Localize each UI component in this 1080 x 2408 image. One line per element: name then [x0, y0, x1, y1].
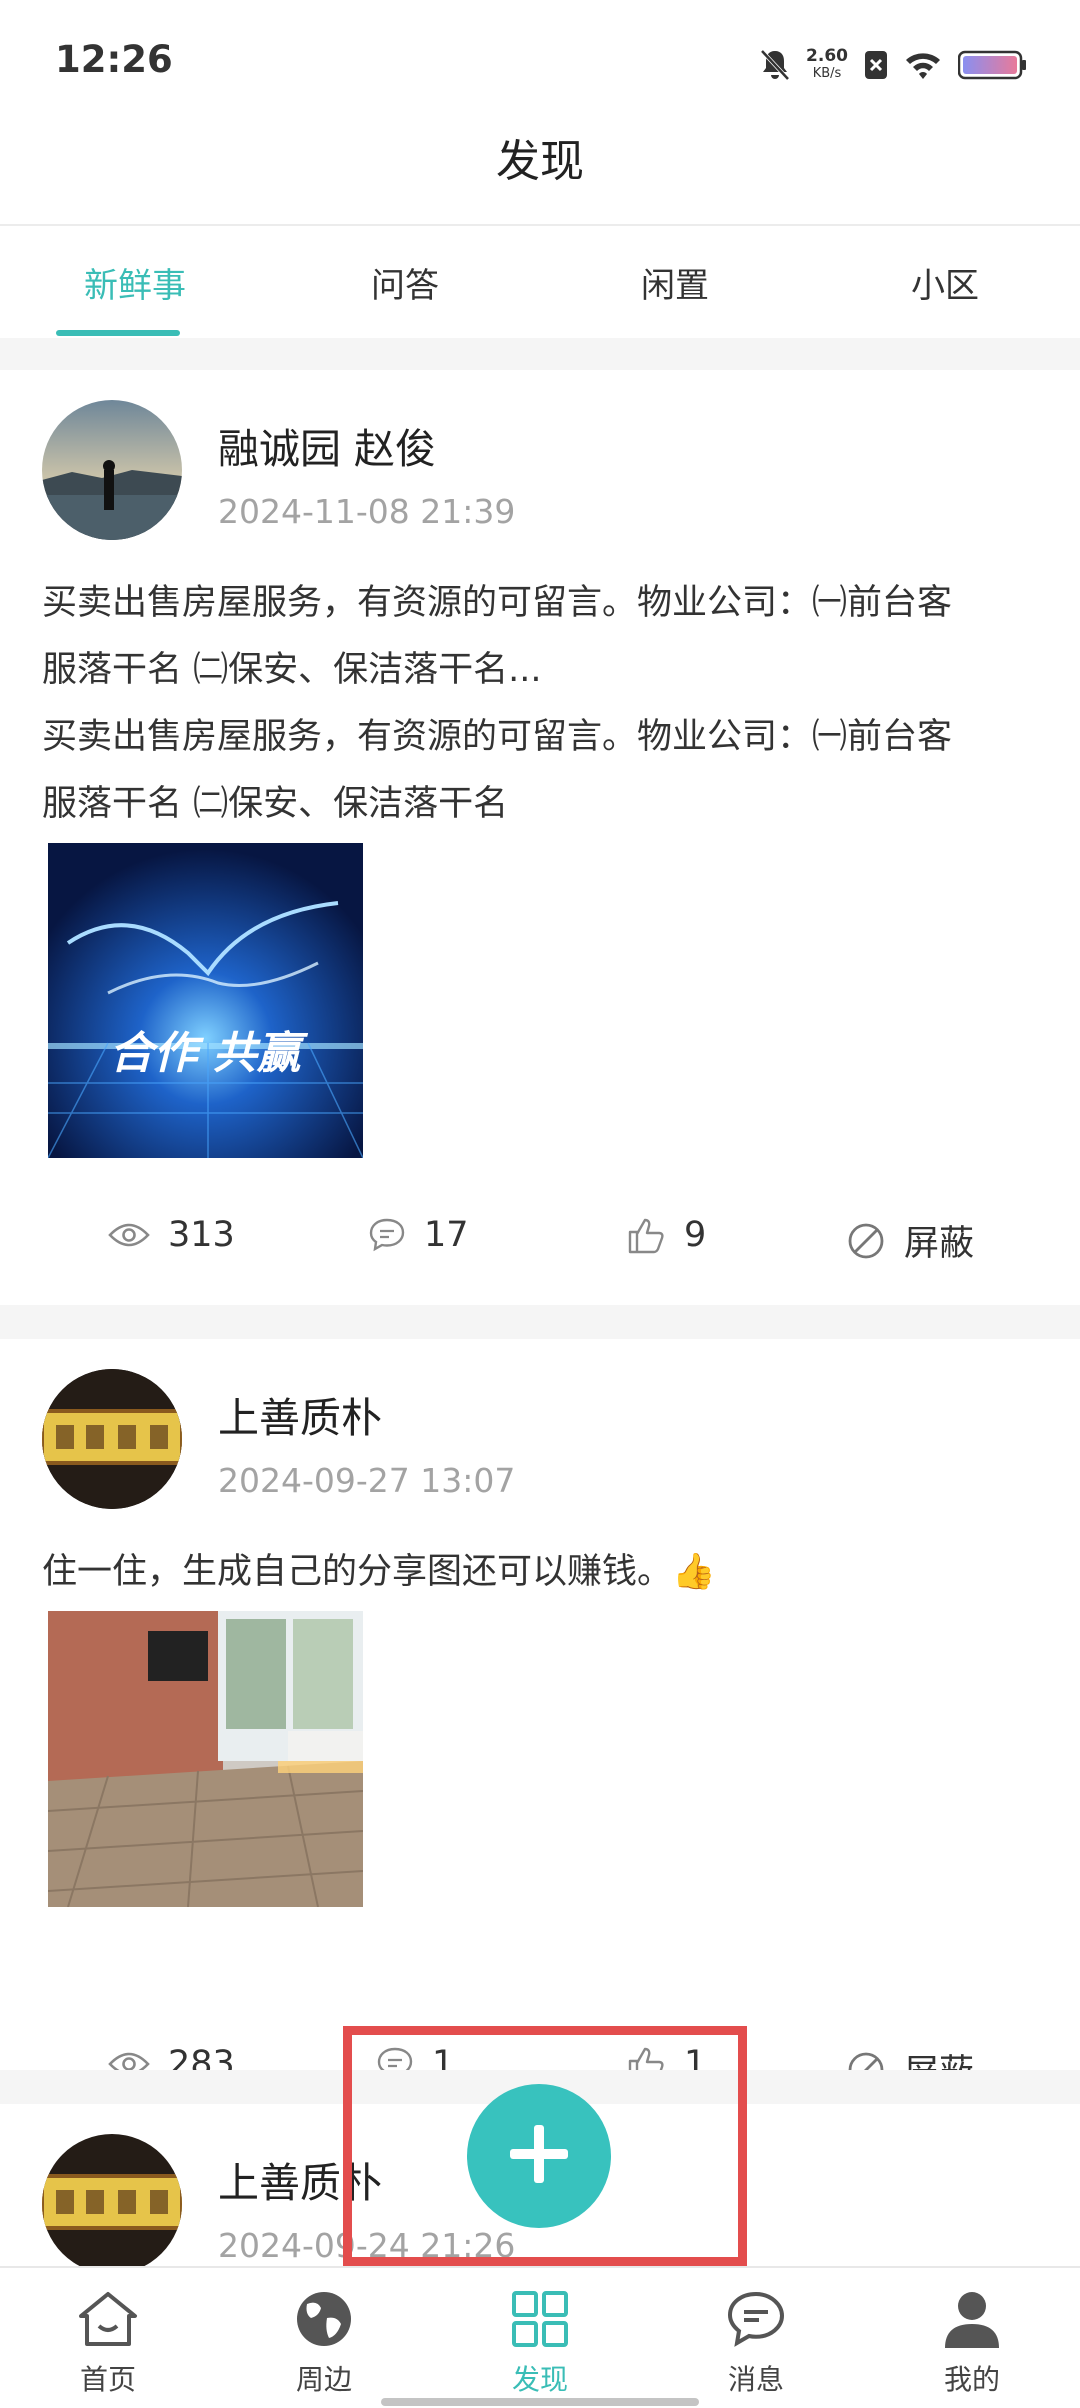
- block-icon: [846, 1221, 886, 1261]
- post-card[interactable]: 上善质朴 2024-09-27 13:07 住一住，生成自己的分享图还可以赚钱。…: [0, 1339, 1080, 2093]
- post-image-caption: 合作 共赢: [109, 1028, 308, 1079]
- nav-item-nearby[interactable]: 周边: [216, 2268, 432, 2408]
- comment-icon: [368, 1217, 406, 1253]
- no-sim-icon: [864, 50, 888, 80]
- post-author[interactable]: 融诚园 赵俊: [218, 415, 436, 475]
- nav-label: 我的: [943, 2363, 1000, 2396]
- tab-news[interactable]: 新鲜事: [0, 226, 270, 338]
- nav-label: 首页: [79, 2363, 136, 2396]
- views-stat: 313: [108, 1215, 235, 1255]
- status-bar: 12:26 2.60 KB/s: [0, 0, 1080, 120]
- nav-label: 发现: [511, 2363, 568, 2396]
- post-time: 2024-09-27 13:07: [218, 1461, 516, 1500]
- post-body[interactable]: 买卖出售房屋服务，有资源的可留言。物业公司：㈠前台客 服落干名 ㈡保安、保洁落干…: [42, 570, 1042, 838]
- nav-label: 周边: [295, 2363, 352, 2396]
- eye-icon: [108, 1221, 150, 1249]
- avatar[interactable]: [42, 2134, 182, 2266]
- post-body-line: 买卖出售房屋服务，有资源的可留言。物业公司：㈠前台客: [42, 583, 953, 623]
- chat-icon: [723, 2286, 789, 2352]
- create-post-button[interactable]: [467, 2084, 611, 2228]
- post-time: 2024-11-08 21:39: [218, 492, 516, 531]
- nav-item-profile[interactable]: 我的: [864, 2268, 1080, 2408]
- block-label: 屏蔽: [904, 1224, 975, 1264]
- post-image[interactable]: 合作 共赢: [48, 843, 363, 1158]
- nav-item-messages[interactable]: 消息: [648, 2268, 864, 2408]
- page-title: 发现: [496, 136, 584, 187]
- comments-stat[interactable]: 17: [368, 1215, 469, 1255]
- post-author[interactable]: 上善质朴: [218, 1384, 382, 1444]
- post-image[interactable]: [48, 1611, 363, 1907]
- bottom-nav: 首页 周边 发现 消息 我的: [0, 2266, 1080, 2408]
- home-icon: [75, 2286, 141, 2352]
- net-speed: 2.60 KB/s: [806, 47, 848, 83]
- wifi-icon: [904, 50, 942, 80]
- likes-stat[interactable]: 9: [626, 1215, 706, 1255]
- post-body-line: 买卖出售房屋服务，有资源的可留言。物业公司：㈠前台客: [42, 717, 953, 757]
- status-time: 12:26: [55, 38, 173, 81]
- nav-item-home[interactable]: 首页: [0, 2268, 216, 2408]
- post-body[interactable]: 住一住，生成自己的分享图还可以赚钱。👍: [42, 1539, 1042, 1606]
- tab-community[interactable]: 小区: [810, 226, 1080, 338]
- user-icon: [939, 2286, 1005, 2352]
- globe-icon: [291, 2286, 357, 2352]
- views-count: 313: [168, 1215, 235, 1255]
- tab-bar: 新鲜事 问答 闲置 小区: [0, 226, 1080, 338]
- section-gap: [0, 1305, 1080, 1339]
- tab-idle[interactable]: 闲置: [540, 226, 810, 338]
- post-body-line: 服落干名 ㈡保安、保洁落干名: [42, 784, 509, 824]
- avatar[interactable]: [42, 400, 182, 540]
- post-body-line: 服落干名 ㈡保安、保洁落干名...: [42, 650, 542, 690]
- bell-muted-icon: [760, 48, 790, 82]
- plus-icon: [508, 2123, 570, 2189]
- grid-icon: [507, 2286, 573, 2352]
- tab-qa[interactable]: 问答: [270, 226, 540, 338]
- net-speed-value: 2.60: [806, 46, 848, 66]
- comments-count: 17: [424, 1215, 469, 1255]
- post-body-line: 住一住，生成自己的分享图还可以赚钱。👍: [42, 1552, 716, 1592]
- nav-item-discover[interactable]: 发现: [432, 2268, 648, 2408]
- section-gap: [0, 338, 1080, 370]
- nav-label: 消息: [727, 2363, 784, 2396]
- home-indicator[interactable]: [381, 2398, 699, 2406]
- avatar[interactable]: [42, 1369, 182, 1509]
- battery-icon: [958, 49, 1028, 81]
- thumbs-up-icon: [626, 1215, 666, 1255]
- post-stats: 313 17 9 屏蔽: [0, 1215, 1080, 1275]
- likes-count: 9: [684, 1215, 707, 1255]
- block-button[interactable]: 屏蔽: [846, 1215, 974, 1266]
- post-card[interactable]: 融诚园 赵俊 2024-11-08 21:39 买卖出售房屋服务，有资源的可留言…: [0, 370, 1080, 1305]
- status-icons: 2.60 KB/s: [760, 40, 1028, 90]
- net-speed-unit: KB/s: [812, 66, 842, 81]
